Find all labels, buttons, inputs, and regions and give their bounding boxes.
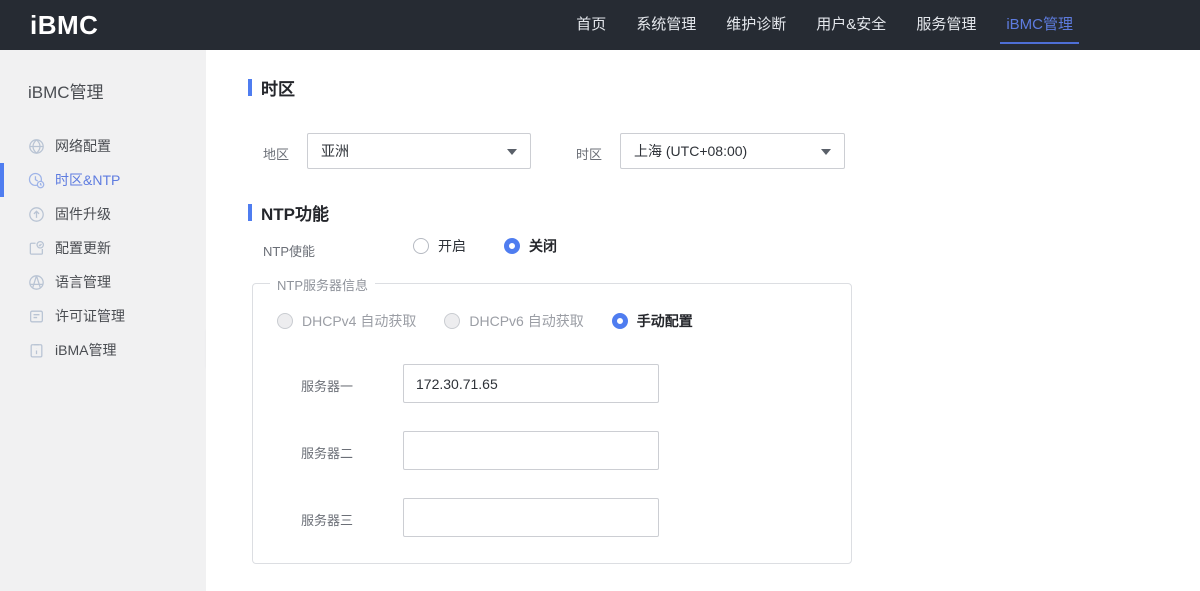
top-nav-menu: 首页 系统管理 维护诊断 用户&安全 服务管理 iBMC管理 (576, 0, 1079, 50)
nav-item-home[interactable]: 首页 (576, 0, 606, 50)
sidebar: iBMC管理 网络配置 时区&NTP 固件升级 配置更新 语言管理 许可证管理 … (0, 50, 206, 591)
sidebar-item-label: 网络配置 (55, 138, 111, 154)
radio-ntp-off[interactable]: 关闭 (504, 236, 557, 256)
server2-input[interactable] (403, 431, 659, 470)
server1-input[interactable] (403, 364, 659, 403)
radio-circle (277, 313, 293, 329)
config-update-icon (28, 240, 45, 257)
ntp-enable-radio-group: 开启 关闭 (413, 236, 595, 256)
sidebar-item-label: 配置更新 (55, 240, 111, 256)
radio-circle (444, 313, 461, 329)
nav-item-maintenance[interactable]: 维护诊断 (726, 0, 786, 50)
ntp-server-info-group: NTP服务器信息 DHCPv4 自动获取 DHCPv6 自动获取 手动配置 服务… (252, 275, 852, 564)
chevron-down-icon (821, 149, 831, 155)
sidebar-item-firmware-upgrade[interactable]: 固件升级 (0, 197, 206, 231)
globe-icon (28, 138, 45, 155)
sidebar-item-label: 时区&NTP (55, 172, 121, 188)
sidebar-item-license[interactable]: 许可证管理 (0, 299, 206, 333)
region-select[interactable]: 亚洲 (307, 133, 531, 169)
radio-dhcpv4-auto[interactable]: DHCPv4 自动获取 (277, 311, 416, 331)
sidebar-item-config-update[interactable]: 配置更新 (0, 231, 206, 265)
sidebar-title: iBMC管理 (28, 83, 104, 102)
sidebar-item-label: 语言管理 (55, 274, 111, 290)
nav-item-user-security[interactable]: 用户&安全 (816, 0, 886, 50)
title-accent-bar (248, 79, 252, 96)
ntp-server-info-legend: NTP服务器信息 (270, 275, 376, 294)
sidebar-menu: 网络配置 时区&NTP 固件升级 配置更新 语言管理 许可证管理 iBMA管理 (0, 129, 206, 367)
timezone-select[interactable]: 上海 (UTC+08:00) (620, 133, 845, 169)
radio-circle (413, 238, 429, 254)
ibmc-logo: iBMC (30, 9, 99, 40)
server2-label: 服务器二 (301, 446, 354, 461)
nav-item-ibmc-management[interactable]: iBMC管理 (1000, 0, 1079, 50)
sidebar-item-timezone-ntp[interactable]: 时区&NTP (0, 163, 206, 197)
license-icon (28, 308, 45, 325)
title-accent-bar (248, 204, 252, 221)
language-icon (28, 274, 45, 291)
ntp-section-title: NTP功能 (248, 200, 329, 225)
sidebar-item-label: 固件升级 (55, 206, 111, 222)
sidebar-item-label: 许可证管理 (55, 308, 125, 324)
radio-dhcpv6-auto[interactable]: DHCPv6 自动获取 (444, 311, 584, 331)
server3-label: 服务器三 (301, 513, 354, 528)
timezone-label: 时区 (576, 147, 603, 162)
nav-item-system[interactable]: 系统管理 (636, 0, 696, 50)
sidebar-item-language[interactable]: 语言管理 (0, 265, 206, 299)
clock-icon (28, 172, 45, 189)
sidebar-item-network-config[interactable]: 网络配置 (0, 129, 206, 163)
region-label: 地区 (263, 147, 290, 162)
nav-item-services[interactable]: 服务管理 (916, 0, 976, 50)
ntp-server-mode-radio-group: DHCPv4 自动获取 DHCPv6 自动获取 手动配置 (277, 311, 721, 331)
radio-circle (504, 238, 520, 254)
chevron-down-icon (507, 149, 517, 155)
sidebar-item-label: iBMA管理 (55, 342, 117, 358)
top-nav-bar: iBMC 首页 系统管理 维护诊断 用户&安全 服务管理 iBMC管理 (0, 0, 1200, 50)
firmware-upgrade-icon (28, 206, 45, 223)
server1-label: 服务器一 (301, 379, 354, 394)
radio-ntp-on[interactable]: 开启 (413, 236, 466, 256)
ntp-enable-label: NTP使能 (263, 244, 316, 259)
radio-circle (611, 313, 628, 329)
sidebar-item-ibma[interactable]: iBMA管理 (0, 333, 206, 367)
timezone-section-title: 时区 (248, 75, 295, 100)
clipboard-icon (28, 342, 45, 359)
radio-manual-config[interactable]: 手动配置 (611, 311, 693, 331)
main-content: 时区 地区 亚洲 时区 上海 (UTC+08:00) NTP功能 NTP使能 开… (206, 50, 1200, 591)
server3-input[interactable] (403, 498, 659, 537)
